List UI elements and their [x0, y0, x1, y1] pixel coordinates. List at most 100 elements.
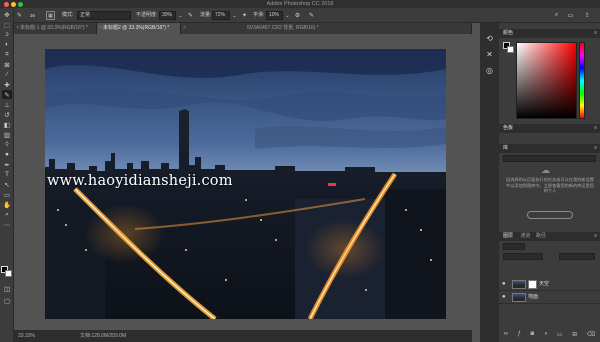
- brush-size-value[interactable]: 36: [30, 11, 35, 20]
- pressure-size-icon[interactable]: ✎: [307, 11, 316, 20]
- close-icon[interactable]: ×: [183, 23, 186, 34]
- brush-tool-icon[interactable]: ✎: [2, 90, 12, 99]
- path-select-tool-icon[interactable]: ↖: [2, 180, 12, 189]
- frame-tool-icon[interactable]: ⊠: [2, 60, 12, 69]
- opacity-select[interactable]: [559, 253, 595, 260]
- adjustment-icon[interactable]: ◑: [544, 331, 548, 337]
- airbrush-icon[interactable]: ✦: [240, 11, 249, 20]
- layer-name[interactable]: 天空: [539, 278, 549, 291]
- tools-icon[interactable]: ✕: [484, 49, 495, 60]
- layer-thumbnail: [512, 280, 526, 289]
- eye-icon[interactable]: ●: [502, 281, 506, 287]
- crop-tool-icon[interactable]: ⌗: [2, 50, 12, 59]
- menu-icon[interactable]: ≡: [590, 29, 597, 38]
- fx-icon[interactable]: ƒ: [518, 331, 521, 337]
- layer-row[interactable]: ● 天空: [499, 278, 600, 291]
- opacity-field[interactable]: 30%: [159, 11, 176, 20]
- zoom-level[interactable]: 33.33%: [18, 330, 35, 342]
- tab-label: 未标题-1 @ 33.3%(RGB/16*) *: [20, 25, 88, 31]
- dodge-tool-icon[interactable]: ●: [2, 150, 12, 159]
- workspace-icon[interactable]: ▭: [566, 11, 575, 20]
- layer-row[interactable]: ● 地面: [499, 291, 600, 304]
- brush-tool-icon[interactable]: ✎: [15, 11, 24, 20]
- eraser-tool-icon[interactable]: ◧: [2, 120, 12, 129]
- right-panels: 颜色 ≡ 色板 ≡ 库 ≡ ☁ 因选择的从后面执行的任务或可以在我的新设置中以添…: [499, 23, 600, 342]
- menu-icon[interactable]: ≡: [590, 124, 597, 133]
- hue-slider[interactable]: [579, 42, 585, 119]
- layer-mask-thumbnail[interactable]: [528, 280, 537, 289]
- smoothing-field[interactable]: 10%: [266, 11, 283, 20]
- title-bar: Adobe Photoshop CC 2018: [0, 0, 600, 8]
- library-panel-header: 库 ≡: [499, 144, 600, 153]
- close-icon[interactable]: ×: [99, 23, 102, 34]
- document-tab[interactable]: × 5V3A0467.CR2 背景, RGB/16) *: [181, 23, 472, 34]
- trash-icon[interactable]: ⌫: [587, 331, 595, 338]
- menu-icon[interactable]: ≡: [590, 232, 597, 241]
- more-tools-icon[interactable]: ⋯: [2, 220, 12, 229]
- status-bar: 33.33% 文档:128.0M/259.0M: [14, 330, 472, 342]
- folder-icon[interactable]: ▭: [557, 331, 563, 338]
- blur-tool-icon[interactable]: ◊: [2, 140, 12, 149]
- tab-library[interactable]: 库: [499, 145, 508, 151]
- gradient-tool-icon[interactable]: ▥: [2, 130, 12, 139]
- color-picker-field[interactable]: [516, 42, 577, 119]
- pen-tool-icon[interactable]: ✒: [2, 160, 12, 169]
- eyedropper-tool-icon[interactable]: ⁄: [2, 70, 12, 79]
- mode-label: 模式:: [62, 12, 74, 18]
- document-canvas[interactable]: www.haoyidiansheji.com: [14, 34, 472, 330]
- type-tool-icon[interactable]: T: [2, 170, 12, 179]
- gear-icon[interactable]: ⚙: [293, 11, 302, 20]
- adjust-icon[interactable]: ◎: [484, 65, 495, 76]
- zoom-tool-icon[interactable]: ⌕: [2, 210, 12, 219]
- background-swatch[interactable]: [507, 46, 514, 53]
- link-icon[interactable]: ∞: [504, 331, 508, 337]
- mask-icon[interactable]: ◙: [531, 331, 535, 337]
- tab-label: 未标题2 @ 33.3%(RGB/16*) *: [103, 25, 170, 31]
- smoothing-label: 平滑:: [253, 12, 265, 18]
- blend-mode-select[interactable]: [503, 253, 543, 260]
- tab-paths[interactable]: 路径: [532, 233, 546, 239]
- library-button[interactable]: [527, 211, 573, 219]
- chevron-down-icon[interactable]: ⌄: [283, 11, 292, 20]
- close-icon[interactable]: ×: [16, 23, 19, 34]
- layer-filter-select[interactable]: [503, 243, 525, 250]
- chevron-down-icon[interactable]: ⌄: [230, 11, 239, 20]
- menu-icon[interactable]: ≡: [590, 144, 597, 153]
- chevron-down-icon[interactable]: ⌄: [176, 11, 185, 20]
- flow-field[interactable]: 72%: [212, 11, 230, 20]
- lasso-tool-icon[interactable]: ↄ: [2, 30, 12, 39]
- mode-select[interactable]: 正常: [77, 11, 131, 20]
- quick-select-tool-icon[interactable]: ◐: [2, 40, 12, 49]
- healing-brush-tool-icon[interactable]: ✚: [2, 80, 12, 89]
- history-icon[interactable]: ⟲: [484, 33, 495, 44]
- tools-panel: ✥ ⬚ ↄ ◐ ⌗ ⊠ ⁄ ✚ ✎ ⊥ ↺ ◧ ▥ ◊ ● ✒ T ↖ ▭ ✋ …: [0, 8, 14, 342]
- hand-tool-icon[interactable]: ✋: [2, 200, 12, 209]
- tab-color[interactable]: 颜色: [499, 30, 513, 36]
- pressure-opacity-icon[interactable]: ✎: [186, 11, 195, 20]
- background-color-swatch[interactable]: [5, 270, 12, 277]
- history-brush-tool-icon[interactable]: ↺: [2, 110, 12, 119]
- document-tab-active[interactable]: × 未标题2 @ 33.3%(RGB/16*) *: [97, 23, 181, 34]
- document-tab[interactable]: × 未标题-1 @ 33.3%(RGB/16*) *: [14, 23, 97, 34]
- brush-panel-icon[interactable]: ▦: [46, 11, 55, 20]
- library-search-bar[interactable]: [503, 155, 596, 162]
- document-info[interactable]: 文档:128.0M/259.0M: [80, 330, 126, 342]
- screen-mode-icon[interactable]: ▢: [2, 296, 12, 305]
- layer-thumbnail: [512, 293, 526, 302]
- tab-layers[interactable]: 图层: [499, 233, 513, 239]
- new-layer-icon[interactable]: ⊞: [572, 331, 577, 338]
- move-tool-icon[interactable]: ✥: [2, 10, 12, 19]
- marquee-tool-icon[interactable]: ⬚: [2, 20, 12, 29]
- tab-channels[interactable]: 通道: [514, 233, 530, 239]
- clone-stamp-tool-icon[interactable]: ⊥: [2, 100, 12, 109]
- rectangle-tool-icon[interactable]: ▭: [2, 190, 12, 199]
- library-message: 因选择的从后面执行的任务或可以在我的新设置中以添加到图库中。立即查看您的新的库还…: [506, 177, 594, 193]
- quick-mask-icon[interactable]: ◫: [2, 284, 12, 293]
- share-icon[interactable]: ⇪: [583, 11, 592, 20]
- lock-row: [503, 263, 596, 270]
- layer-name[interactable]: 地面: [528, 291, 538, 304]
- tab-swatches[interactable]: 色板: [499, 125, 513, 131]
- search-icon[interactable]: ⌕: [552, 11, 561, 20]
- app-title: Adobe Photoshop CC 2018: [266, 1, 334, 7]
- eye-icon[interactable]: ●: [502, 294, 506, 300]
